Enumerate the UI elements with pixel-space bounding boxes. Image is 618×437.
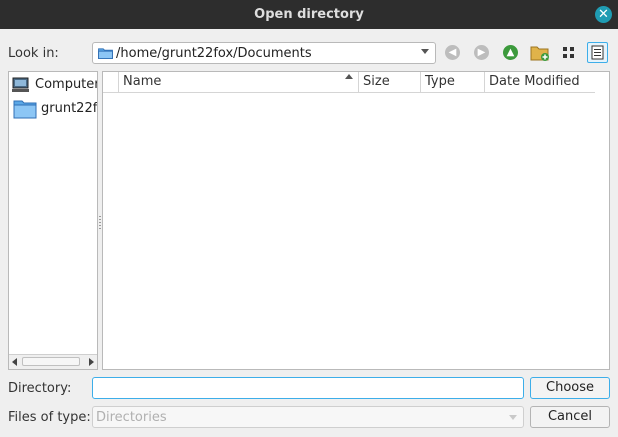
column-header-date-modified[interactable]: Date Modified (485, 72, 595, 92)
up-arrow-icon: ▲ (503, 45, 518, 60)
column-header-name[interactable]: Name (119, 72, 359, 92)
directory-label: Directory: (8, 381, 72, 396)
sidebar-item-home[interactable]: grunt22fox (11, 98, 97, 120)
lookin-path: /home/grunt22fox/Documents (116, 46, 312, 61)
directory-input[interactable] (92, 377, 524, 399)
column-header-size[interactable]: Size (359, 72, 421, 92)
splitter-handle[interactable] (99, 216, 101, 230)
window-title: Open directory (254, 7, 364, 22)
column-header-type[interactable]: Type (421, 72, 485, 92)
filetype-value: Directories (96, 410, 167, 425)
close-icon[interactable]: ✕ (595, 6, 612, 23)
list-view-button[interactable] (558, 42, 579, 63)
scroll-right-icon[interactable] (89, 358, 94, 366)
up-button[interactable]: ▲ (500, 42, 522, 64)
title-bar: Open directory ✕ (0, 0, 618, 29)
chevron-down-icon (421, 49, 429, 54)
folder-icon (13, 100, 37, 119)
sidebar-item-label: Computer (35, 77, 98, 92)
computer-icon (12, 77, 29, 92)
column-label: Date Modified (489, 74, 580, 89)
filetype-combo: Directories (92, 406, 524, 428)
sort-ascending-icon (345, 74, 353, 79)
detail-view-icon (591, 45, 604, 60)
header-spacer (103, 72, 119, 92)
chevron-down-icon (509, 415, 517, 420)
column-label: Name (123, 74, 162, 89)
folder-icon (98, 48, 113, 59)
file-list-header: Name Size Type Date Modified (103, 72, 595, 93)
new-folder-icon (530, 46, 549, 61)
choose-button[interactable]: Choose (530, 377, 610, 399)
cancel-button[interactable]: Cancel (530, 406, 610, 428)
sidebar-item-label: grunt22fox (41, 101, 98, 116)
forward-arrow-icon: ▶ (474, 45, 489, 60)
detail-view-button[interactable] (587, 42, 608, 63)
scrollbar-thumb[interactable] (22, 357, 80, 366)
lookin-combo[interactable]: /home/grunt22fox/Documents (92, 42, 436, 64)
new-folder-button[interactable] (529, 42, 551, 64)
back-arrow-icon: ◀ (445, 45, 460, 60)
column-label: Type (425, 74, 455, 89)
scroll-left-icon[interactable] (12, 358, 17, 366)
column-label: Size (363, 74, 390, 89)
filetype-label: Files of type: (8, 410, 91, 425)
forward-button[interactable]: ▶ (471, 42, 493, 64)
back-button[interactable]: ◀ (442, 42, 464, 64)
lookin-label: Look in: (8, 46, 59, 61)
places-sidebar: Computer grunt22fox (8, 71, 98, 370)
sidebar-item-computer[interactable]: Computer (11, 74, 97, 96)
list-view-icon (563, 47, 574, 58)
sidebar-horizontal-scrollbar[interactable] (9, 354, 97, 369)
file-list[interactable]: Name Size Type Date Modified (102, 71, 610, 370)
